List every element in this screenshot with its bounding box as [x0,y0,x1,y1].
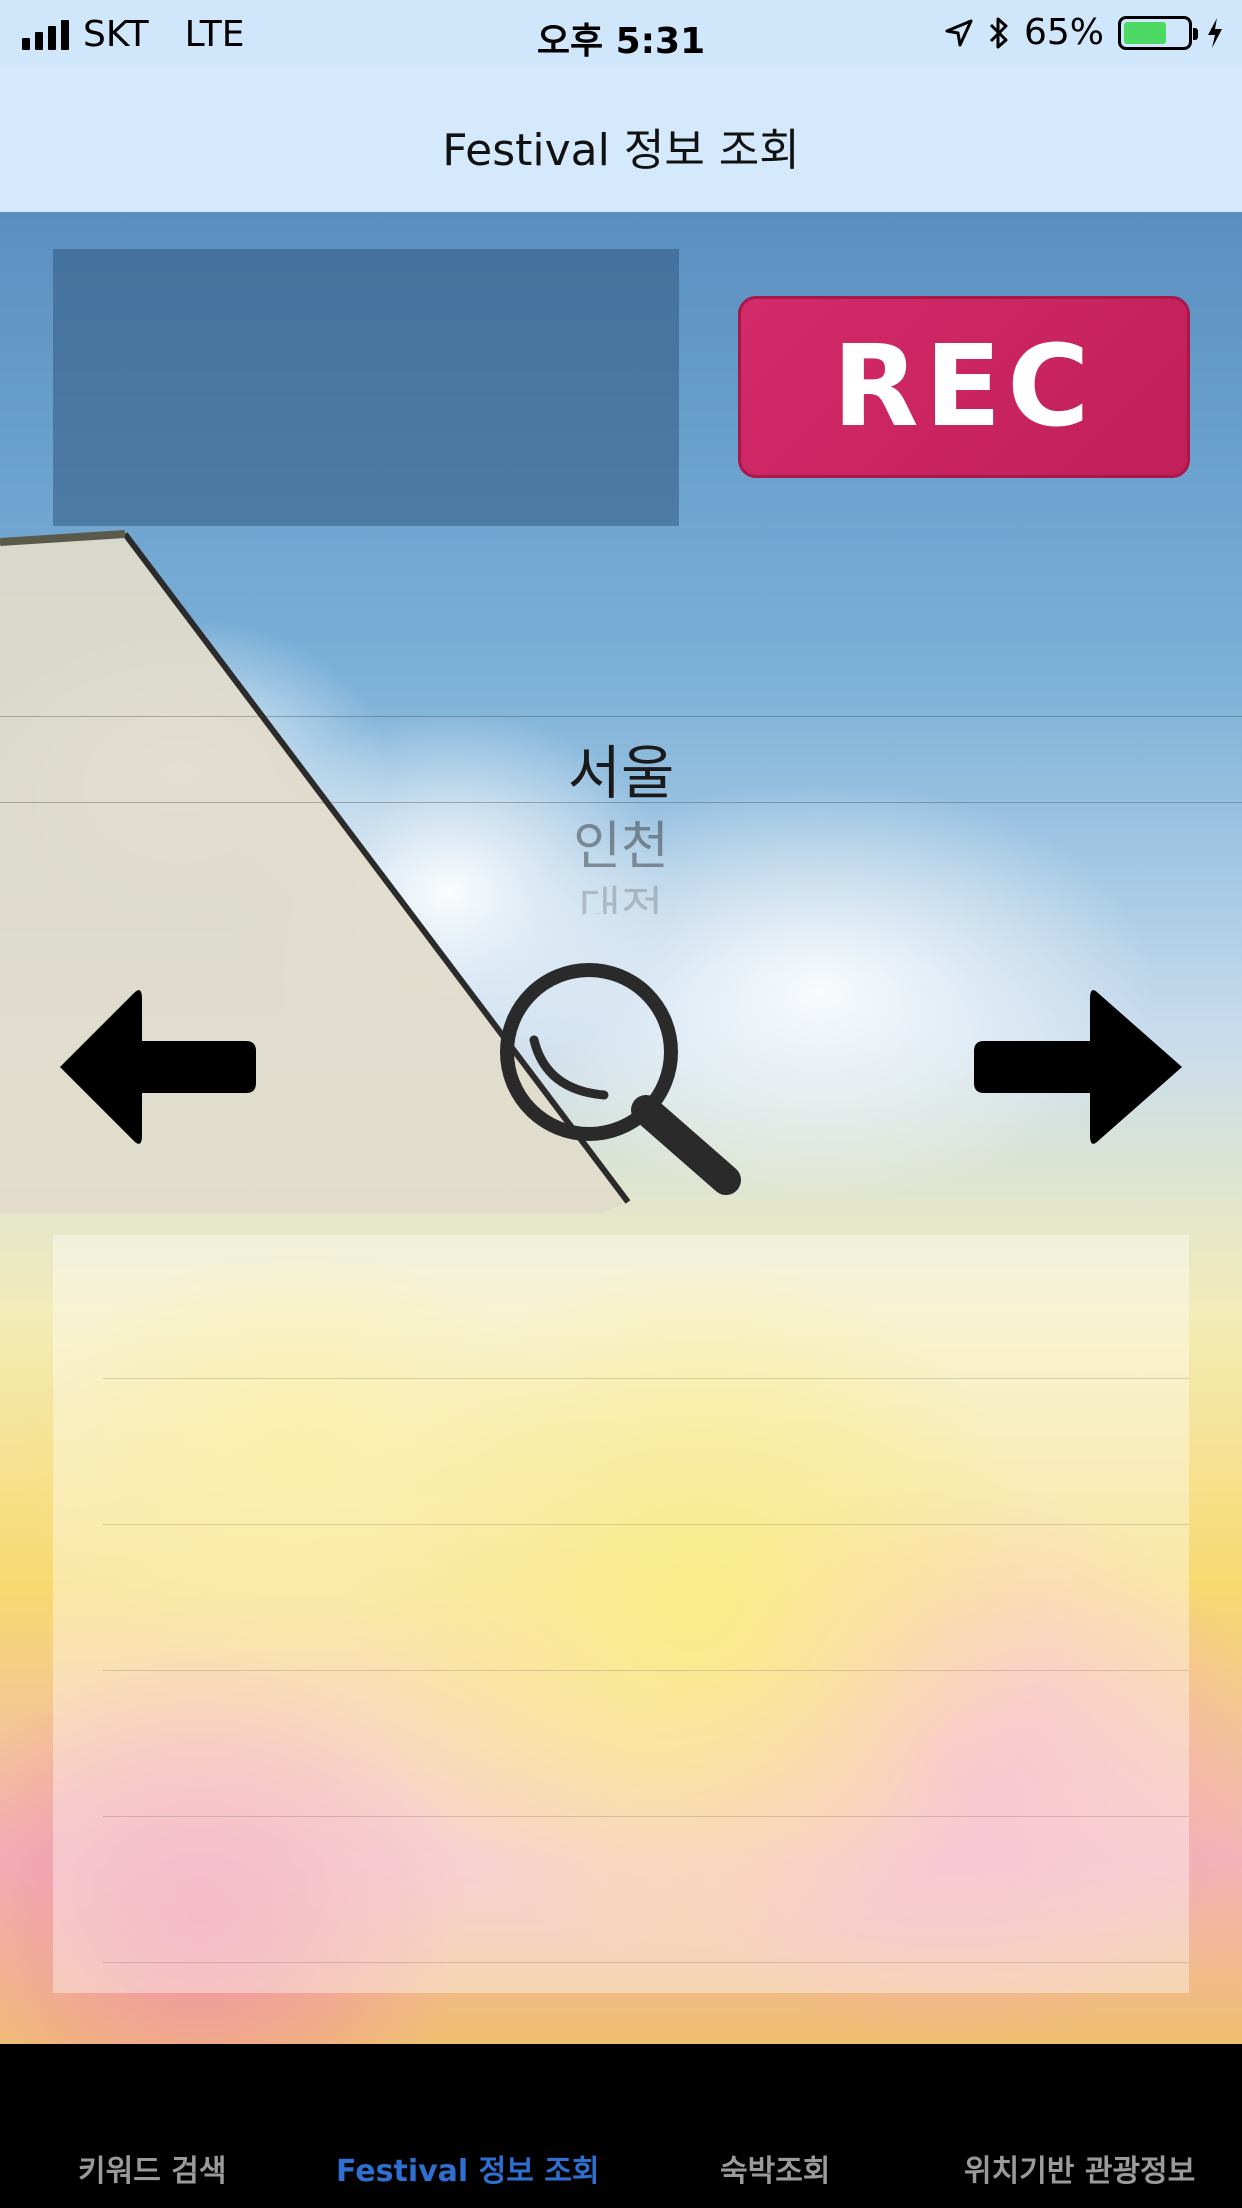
navigation-bar: Festival 정보 조회 [0,66,1242,213]
previous-button[interactable] [52,985,258,1153]
arrow-left-icon [60,990,256,1144]
magnifier-icon [500,963,741,1195]
status-right: 65% [944,12,1224,53]
status-bar: SKT LTE 오후 5:31 65% [0,0,1242,66]
tab-keyword-search[interactable]: 키워드 검색 [78,2146,226,2190]
row-divider [103,1962,1189,1963]
picker-item-selected[interactable]: 서울 [0,726,1242,810]
location-arrow-icon [945,19,973,46]
picker-top-divider [0,716,1242,717]
next-button[interactable] [972,985,1190,1153]
bluetooth-icon [989,17,1008,48]
rec-button[interactable]: REC [738,296,1190,478]
battery-icon [1118,15,1198,50]
row-divider [103,1378,1189,1379]
row-divider [103,1524,1189,1525]
region-picker[interactable]: 서울 인천 대전 [0,712,1242,962]
search-button[interactable] [494,960,746,1204]
tab-lodging[interactable]: 숙박조회 [720,2146,830,2190]
row-divider [103,1816,1189,1817]
tab-festival-info[interactable]: Festival 정보 조회 [336,2146,599,2190]
row-divider [103,1670,1189,1671]
charging-icon [1208,17,1222,48]
festival-result-list[interactable] [53,1235,1189,1993]
picker-item[interactable]: 인천 [0,804,1242,879]
page-title: Festival 정보 조회 [442,125,800,176]
tab-location-tourism[interactable]: 위치기반 관광정보 [964,2146,1195,2190]
rec-button-label: REC [832,322,1096,452]
arrow-right-icon [974,990,1182,1144]
tab-bar: 키워드 검색 Festival 정보 조회 숙박조회 위치기반 관광정보 [0,2044,1242,2208]
picker-item[interactable]: 대전 [0,872,1242,914]
festival-image-box [53,249,679,526]
battery-percent: 65% [1023,12,1104,53]
